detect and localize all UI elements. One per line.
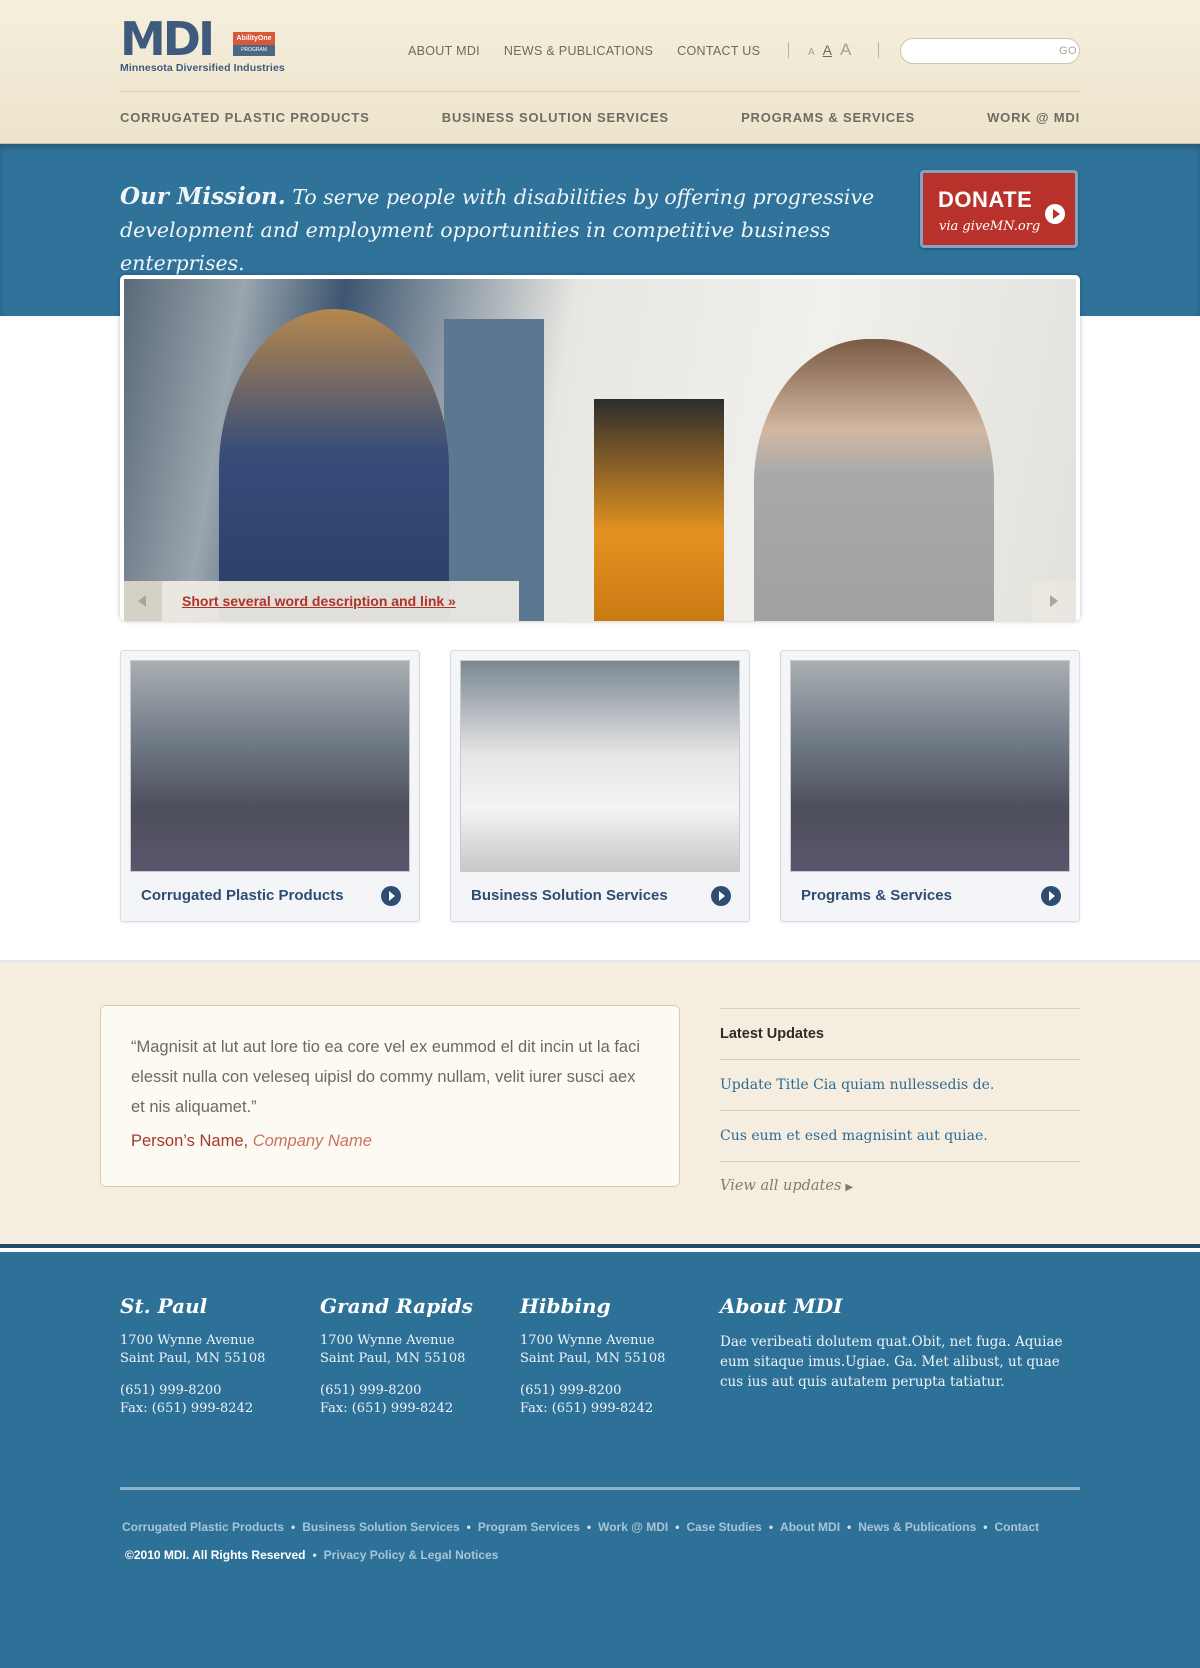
text-size-medium[interactable]: A [823, 42, 832, 58]
main-nav: CORRUGATED PLASTIC PRODUCTS BUSINESS SOL… [120, 110, 1080, 125]
footer-link[interactable]: Work @ MDI [598, 1520, 668, 1534]
footer-link[interactable]: Corrugated Plastic Products [122, 1520, 284, 1534]
update-link[interactable]: Update Title Cia quiam nullessedis de. [720, 1060, 1080, 1110]
person-name: Person’s Name, [131, 1132, 249, 1150]
about-title: About MDI [720, 1294, 843, 1318]
office-hibbing: Hibbing 1700 Wynne Avenue Saint Paul, MN … [520, 1294, 666, 1416]
about-text: Dae veribeati dolutem quat.Obit, net fug… [720, 1334, 1063, 1390]
office-city: Grand Rapids [320, 1294, 473, 1318]
latest-updates: Latest Updates Update Title Cia quiam nu… [720, 1008, 1080, 1194]
divider [788, 42, 789, 58]
next-slide-icon[interactable] [1032, 581, 1076, 621]
copyright: ©2010 MDI. All Rights Reserved [125, 1548, 306, 1562]
hero-photo: Short several word description and link … [124, 279, 1076, 621]
footer-link[interactable]: Program Services [478, 1520, 580, 1534]
hero-caption-link[interactable]: Short several word description and link … [182, 593, 456, 609]
header-divider [120, 91, 1080, 92]
company-name: Company Name [252, 1132, 372, 1150]
card-business-solution[interactable]: Business Solution Services [450, 650, 750, 922]
donate-sub: via giveMN.org [939, 219, 1041, 234]
search-go-button[interactable]: GO [1059, 45, 1077, 57]
nav-contact-us[interactable]: CONTACT US [677, 44, 760, 58]
card-programs-services[interactable]: Programs & Services [780, 650, 1080, 922]
site-header: MDI AbilityOne PROGRAM Minnesota Diversi… [0, 0, 1200, 144]
office-grand-rapids: Grand Rapids 1700 Wynne Avenue Saint Paul… [320, 1294, 473, 1416]
search-box: GO [900, 38, 1080, 64]
card-photo [460, 660, 740, 872]
nav-work-at-mdi[interactable]: WORK @ MDI [987, 110, 1080, 125]
privacy-link[interactable]: Privacy Policy & Legal Notices [324, 1548, 499, 1562]
mdi-logo[interactable]: MDI AbilityOne PROGRAM Minnesota Diversi… [120, 16, 285, 74]
office-city: Hibbing [520, 1294, 611, 1318]
feature-cards: Corrugated Plastic Products Business Sol… [120, 650, 1080, 922]
testimonial-attribution: Person’s Name, Company Name [131, 1132, 649, 1151]
utility-nav: ABOUT MDI NEWS & PUBLICATIONS CONTACT US [408, 44, 760, 58]
nav-business-solution[interactable]: BUSINESS SOLUTION SERVICES [442, 110, 669, 125]
footer-link[interactable]: About MDI [780, 1520, 840, 1534]
nav-corrugated-plastic[interactable]: CORRUGATED PLASTIC PRODUCTS [120, 110, 370, 125]
hero-slider: Short several word description and link … [120, 275, 1080, 621]
footer-link[interactable]: Case Studies [686, 1520, 761, 1534]
site-footer: St. Paul 1700 Wynne Avenue Saint Paul, MN… [0, 1252, 1200, 1668]
about-mdi: About MDI Dae veribeati dolutem quat.Obi… [720, 1294, 1080, 1392]
card-photo [130, 660, 410, 872]
divider [878, 42, 879, 58]
nav-about-mdi[interactable]: ABOUT MDI [408, 44, 480, 58]
footer-links: Corrugated Plastic Products • Business So… [122, 1520, 1040, 1534]
nav-news-publications[interactable]: NEWS & PUBLICATIONS [504, 44, 653, 58]
testimonial-quote: “Magnisit at lut aut lore tio ea core ve… [131, 1038, 640, 1116]
text-size-large[interactable]: A [840, 40, 851, 60]
play-arrow-icon [1045, 204, 1065, 224]
triangle-right-icon: ▶ [845, 1182, 854, 1193]
arrow-circle-icon[interactable] [711, 886, 731, 906]
donate-label: DONATE [938, 187, 1033, 212]
updates-title: Latest Updates [720, 1026, 824, 1042]
search-input[interactable] [917, 45, 1059, 57]
nav-programs-services[interactable]: PROGRAMS & SERVICES [741, 110, 915, 125]
prev-slide-icon[interactable] [124, 581, 162, 621]
view-all-updates-link[interactable]: View all updates ▶ [720, 1162, 1080, 1194]
text-size-controls: A A A [808, 40, 851, 60]
abilityone-badge: AbilityOne PROGRAM [233, 32, 275, 56]
card-label: Business Solution Services [471, 887, 668, 904]
footer-link[interactable]: Contact [994, 1520, 1039, 1534]
arrow-circle-icon[interactable] [381, 886, 401, 906]
footer-divider [120, 1487, 1080, 1490]
card-label: Programs & Services [801, 887, 952, 904]
logo-subtitle: Minnesota Diversified Industries [120, 62, 285, 74]
donate-button[interactable]: DONATE via giveMN.org [920, 170, 1078, 248]
footer-link[interactable]: Business Solution Services [302, 1520, 459, 1534]
update-link[interactable]: Cus eum et esed magnisint aut quiae. [720, 1111, 1080, 1161]
hero-caption: Short several word description and link … [124, 581, 519, 621]
footer-legal: ©2010 MDI. All Rights Reserved • Privacy … [125, 1548, 499, 1562]
arrow-circle-icon[interactable] [1041, 886, 1061, 906]
office-city: St. Paul [120, 1294, 208, 1318]
text-size-small[interactable]: A [808, 47, 815, 58]
card-photo [790, 660, 1070, 872]
card-label: Corrugated Plastic Products [141, 887, 344, 904]
footer-link[interactable]: News & Publications [858, 1520, 976, 1534]
testimonial-section: “Magnisit at lut aut lore tio ea core ve… [0, 960, 1200, 1248]
office-st-paul: St. Paul 1700 Wynne Avenue Saint Paul, MN… [120, 1294, 266, 1416]
card-corrugated-plastic[interactable]: Corrugated Plastic Products [120, 650, 420, 922]
mission-lead: Our Mission. [120, 183, 286, 210]
mission-statement: Our Mission. To serve people with disabi… [120, 180, 910, 280]
testimonial-box: “Magnisit at lut aut lore tio ea core ve… [100, 1005, 680, 1187]
